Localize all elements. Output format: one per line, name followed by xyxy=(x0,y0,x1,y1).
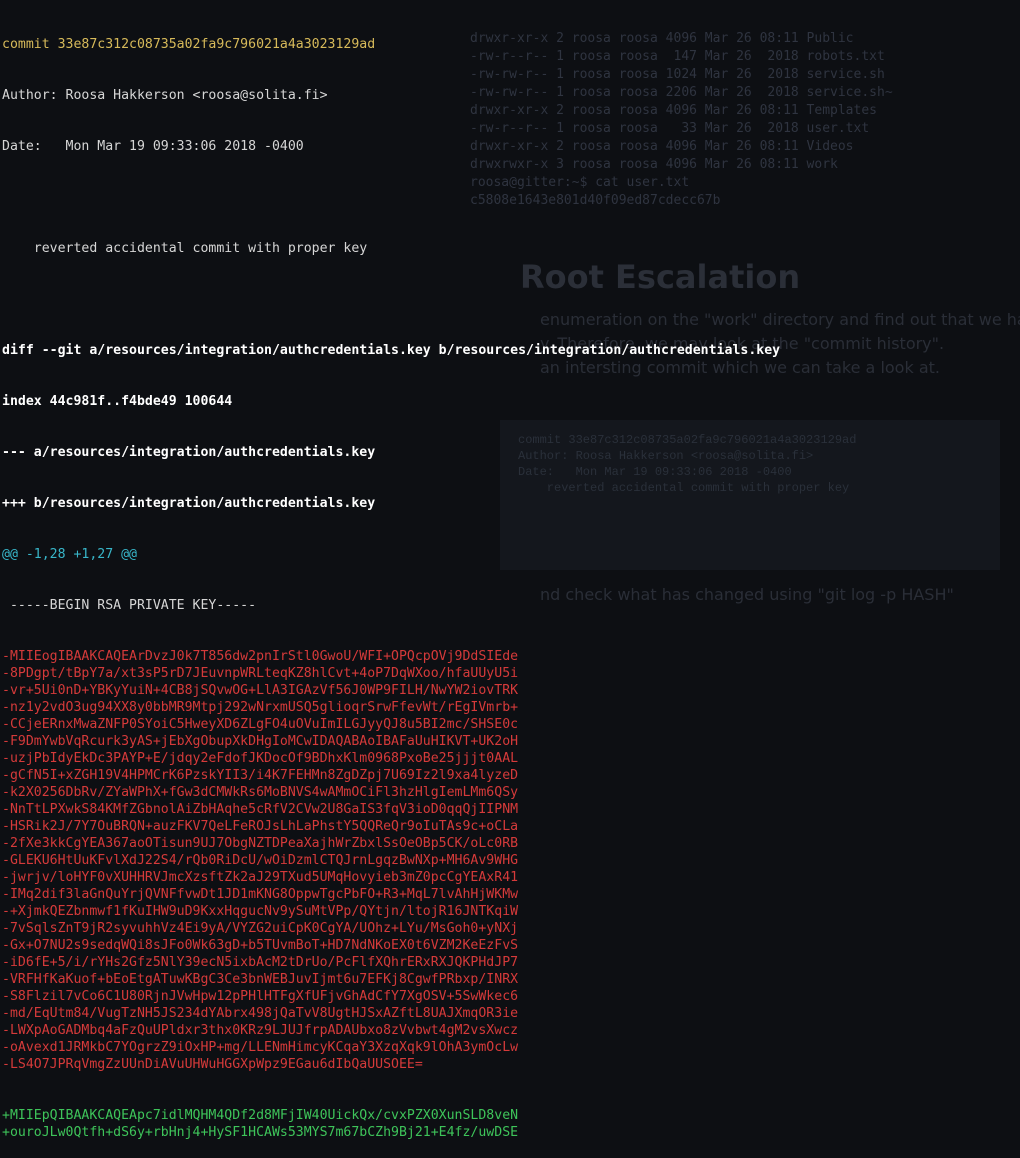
removed-line: -md/EqUtm84/VugTzNH5JS234dYAbrx498jQaTvV… xyxy=(2,1006,519,1021)
removed-line: -NnTtLPXwkS84KMfZGbnolAiZbHAqhe5cRfV2CVw… xyxy=(2,802,519,817)
terminal-output[interactable]: commit 33e87c312c08735a02fa9c796021a4a30… xyxy=(2,2,1020,1158)
commit-line: commit 33e87c312c08735a02fa9c796021a4a30… xyxy=(2,37,376,52)
index-line: index 44c981f..f4bde49 100644 xyxy=(2,394,233,409)
context-line: -----BEGIN RSA PRIVATE KEY----- xyxy=(2,598,257,613)
removed-line: -Gx+O7NU2s9sedqWQi8sJFo0Wk63gD+b5TUvmBoT… xyxy=(2,938,519,953)
removed-line: -LWXpAoGADMbq4aFzQuUPldxr3thx0KRz9LJUJfr… xyxy=(2,1023,519,1038)
removed-line: -CCjeERnxMwaZNFP0SYoiC5HweyXD6ZLgFO4uOVu… xyxy=(2,717,519,732)
removed-line: -S8Flzil7vCo6C1U80RjnJVwHpw12pPHlHTFgXfU… xyxy=(2,989,519,1004)
hunk-header: @@ -1,28 +1,27 @@ xyxy=(2,547,137,562)
removed-line: -nz1y2vdO3ug94XX8y0bbMR9Mtpj292wNrxmUSQ5… xyxy=(2,700,519,715)
removed-line: -+XjmkQEZbnmwf1fKuIHW9uD9KxxHqgucNv9ySuM… xyxy=(2,904,519,919)
removed-line: -vr+5Ui0nD+YBKyYuiN+4CB8jSQvwOG+LlA3IGAz… xyxy=(2,683,519,698)
removed-line: -k2X0256DbRv/ZYaWPhX+fGw3dCMWkRs6MoBNVS4… xyxy=(2,785,519,800)
removed-line: -GLEKU6HtUuKFvlXdJ22S4/rQb0RiDcU/wOiDzml… xyxy=(2,853,519,868)
removed-lines: -MIIEogIBAAKCAQEArDvzJ0k7T856dw2pnIrStl0… xyxy=(2,648,1020,1073)
removed-line: -IMq2dif3laGnQuYrjQVNFfvwDt1JD1mKNG8Oppw… xyxy=(2,887,519,902)
added-line: +MIIEpQIBAAKCAQEApc7idlMQHM4QDf2d8MFjIW4… xyxy=(2,1108,519,1123)
author-line: Author: Roosa Hakkerson <roosa@solita.fi… xyxy=(2,88,328,103)
removed-line: -VRFHfKaKuof+bEoEtgATuwKBgC3Ce3bnWEBJuvI… xyxy=(2,972,519,987)
commit-message: reverted accidental commit with proper k… xyxy=(2,241,368,256)
removed-line: -F9DmYwbVqRcurk3yAS+jEbXgObupXkDHgIoMCwI… xyxy=(2,734,519,749)
removed-line: -8PDgpt/tBpY7a/xt3sP5rD7JEuvnpWRLteqKZ8h… xyxy=(2,666,519,681)
minus-file-line: --- a/resources/integration/authcredenti… xyxy=(2,445,376,460)
plus-file-line: +++ b/resources/integration/authcredenti… xyxy=(2,496,376,511)
removed-line: -oAvexd1JRMkbC7YOgrzZ9iOxHP+mg/LLENmHimc… xyxy=(2,1040,519,1055)
removed-line: -LS4O7JPRqVmgZzUUnDiAVuUHWuHGGXpWpz9EGau… xyxy=(2,1057,423,1072)
added-line: +ouroJLw0Qtfh+dS6y+rbHnj4+HySF1HCAWs53MY… xyxy=(2,1125,519,1140)
date-line: Date: Mon Mar 19 09:33:06 2018 -0400 xyxy=(2,139,304,154)
removed-line: -7vSqlsZnT9jR2syvuhhVz4Ei9yA/VYZG2uiCpK0… xyxy=(2,921,519,936)
added-lines: +MIIEpQIBAAKCAQEApc7idlMQHM4QDf2d8MFjIW4… xyxy=(2,1107,1020,1141)
removed-line: -HSRik2J/7Y7OuBRQN+auzFKV7QeLFeROJsLhLaP… xyxy=(2,819,519,834)
removed-line: -2fXe3kkCgYEA367aoOTisun9UJ7ObgNZTDPeaXa… xyxy=(2,836,519,851)
removed-line: -uzjPbIdyEkDc3PAYP+E/jdqy2eFdofJKDocOf9B… xyxy=(2,751,519,766)
removed-line: -jwrjv/loHYF0vXUHHRVJmcXzsftZk2aJ29TXud5… xyxy=(2,870,519,885)
diff-header: diff --git a/resources/integration/authc… xyxy=(2,343,781,358)
removed-line: -iD6fE+5/i/rYHs2Gfz5NlY39ecN5ixbAcM2tDrU… xyxy=(2,955,519,970)
removed-line: -gCfN5I+xZGH19V4HPMCrK6PzskYII3/i4K7FEHM… xyxy=(2,768,519,783)
removed-line: -MIIEogIBAAKCAQEArDvzJ0k7T856dw2pnIrStl0… xyxy=(2,649,519,664)
